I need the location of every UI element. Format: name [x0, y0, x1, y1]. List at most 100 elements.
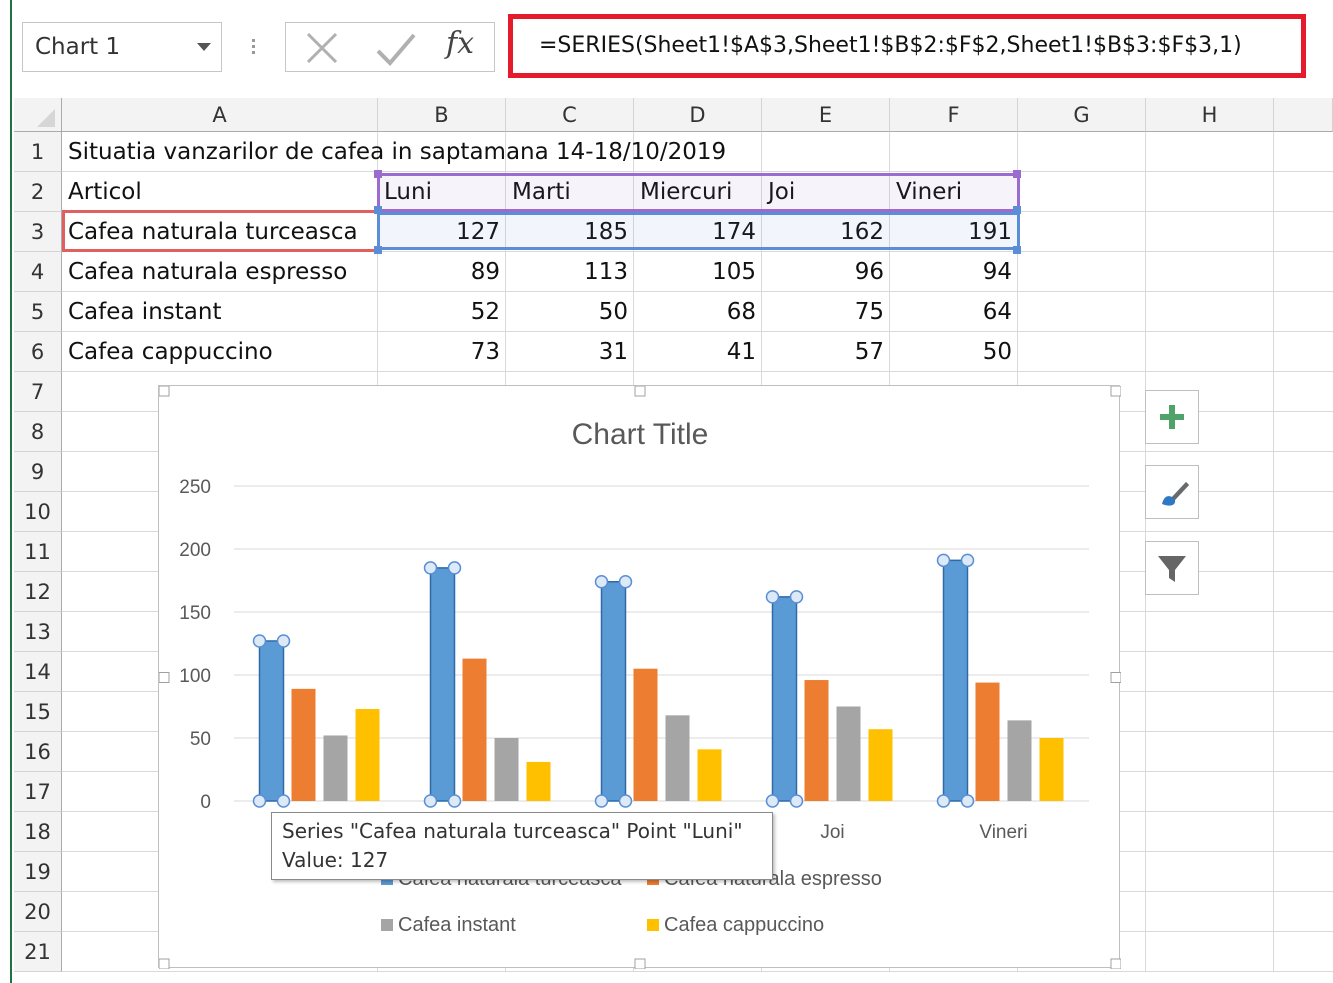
chart-resize-handle[interactable] [159, 958, 170, 969]
range-handle-purple[interactable] [1013, 170, 1021, 178]
chart-resize-handle[interactable] [159, 386, 170, 397]
cell-value[interactable]: 75 [762, 292, 884, 332]
row-header-6[interactable]: 6 [14, 332, 62, 372]
bar-cafea-naturala-turceasca[interactable] [600, 581, 627, 802]
bar-cafea-naturala-espresso[interactable] [975, 682, 1000, 801]
cell-article-name[interactable]: Cafea cappuccino [68, 332, 378, 372]
cell-value[interactable]: 94 [890, 252, 1012, 292]
cell-a2-header[interactable]: Articol [68, 172, 378, 212]
bar-cafea-cappuccino[interactable] [868, 729, 893, 801]
col-header-c[interactable]: C [506, 98, 634, 132]
cell-value[interactable]: 31 [506, 332, 628, 372]
cell-value[interactable]: 64 [890, 292, 1012, 332]
selection-handle[interactable] [618, 575, 633, 589]
cell-a1-title[interactable]: Situatia vanzarilor de cafea in saptaman… [68, 132, 868, 172]
row-header-13[interactable]: 13 [14, 612, 62, 652]
selection-handle[interactable] [936, 794, 951, 808]
selection-handle[interactable] [447, 561, 462, 575]
chart-resize-handle[interactable] [1110, 386, 1121, 397]
row-header-7[interactable]: 7 [14, 372, 62, 412]
formula-input[interactable]: =SERIES(Sheet1!$A$3,Sheet1!$B$2:$F$2,She… [508, 14, 1306, 78]
bar-cafea-instant[interactable] [836, 706, 861, 802]
cell-value[interactable]: 50 [890, 332, 1012, 372]
selection-handle[interactable] [594, 794, 609, 808]
selection-handle[interactable] [789, 590, 804, 604]
x-icon[interactable] [302, 28, 342, 68]
bar-cafea-cappuccino[interactable] [355, 709, 380, 801]
bar-cafea-naturala-turceasca[interactable] [258, 640, 285, 802]
cell-value[interactable]: 73 [378, 332, 500, 372]
cell-value[interactable]: 113 [506, 252, 628, 292]
fx-icon[interactable]: fx [446, 26, 474, 61]
selection-handle[interactable] [594, 575, 609, 589]
range-handle-purple[interactable] [1013, 206, 1021, 214]
bar-cafea-naturala-turceasca[interactable] [942, 559, 969, 802]
row-header-1[interactable]: 1 [14, 132, 62, 172]
row-header-8[interactable]: 8 [14, 412, 62, 452]
col-header-b[interactable]: B [378, 98, 506, 132]
cell-value[interactable]: 96 [762, 252, 884, 292]
row-header-14[interactable]: 14 [14, 652, 62, 692]
row-header-5[interactable]: 5 [14, 292, 62, 332]
legend-entry[interactable]: Cafea instant [398, 914, 516, 936]
selection-handle[interactable] [960, 794, 975, 808]
cell-article-name[interactable]: Cafea naturala espresso [68, 252, 378, 292]
row-header-12[interactable]: 12 [14, 572, 62, 612]
selection-handle[interactable] [276, 634, 291, 648]
range-handle-blue[interactable] [1013, 246, 1021, 254]
bar-cafea-instant[interactable] [665, 715, 690, 801]
row-header-16[interactable]: 16 [14, 732, 62, 772]
selection-handle[interactable] [960, 553, 975, 568]
bar-cafea-naturala-turceasca[interactable] [429, 567, 456, 802]
row-header-18[interactable]: 18 [14, 812, 62, 852]
chart-object[interactable]: Chart Title 0 50 100 150 200 250 Joi Vineri Cafea… [158, 385, 1121, 969]
selection-handle[interactable] [423, 794, 438, 808]
selection-handle[interactable] [447, 794, 462, 808]
row-header-10[interactable]: 10 [14, 492, 62, 532]
col-header-f[interactable]: F [890, 98, 1018, 132]
selection-handle[interactable] [252, 634, 267, 648]
chart-elements-button[interactable] [1145, 390, 1199, 444]
row-header-11[interactable]: 11 [14, 532, 62, 572]
col-header-h[interactable]: H [1146, 98, 1274, 132]
name-box[interactable]: Chart 1 [22, 22, 222, 72]
range-handle-purple[interactable] [374, 170, 382, 178]
bar-cafea-cappuccino[interactable] [697, 749, 722, 801]
bar-cafea-naturala-espresso[interactable] [291, 688, 316, 801]
col-header-d[interactable]: D [634, 98, 762, 132]
row-header-19[interactable]: 19 [14, 852, 62, 892]
selection-handle[interactable] [789, 794, 804, 808]
selection-handle[interactable] [936, 553, 951, 568]
cell-article-name[interactable]: Cafea instant [68, 292, 378, 332]
bar-cafea-instant[interactable] [494, 738, 519, 801]
selection-handle[interactable] [618, 794, 633, 808]
bar-cafea-instant[interactable] [1007, 720, 1032, 801]
chevron-down-icon[interactable] [197, 43, 211, 51]
cell-value[interactable]: 57 [762, 332, 884, 372]
cell-value[interactable]: 68 [634, 292, 756, 332]
selection-handle[interactable] [765, 794, 780, 808]
chart-title[interactable]: Chart Title [572, 418, 709, 451]
bar-cafea-naturala-espresso[interactable] [462, 658, 487, 801]
row-header-15[interactable]: 15 [14, 692, 62, 732]
col-header-e[interactable]: E [762, 98, 890, 132]
chart-filters-button[interactable] [1145, 541, 1199, 595]
drag-handle-icon[interactable] [250, 36, 256, 62]
range-handle-purple[interactable] [374, 206, 382, 214]
selection-handle[interactable] [276, 794, 291, 808]
cell-value[interactable]: 105 [634, 252, 756, 292]
chart-resize-handle[interactable] [1110, 672, 1121, 683]
row-header-4[interactable]: 4 [14, 252, 62, 292]
bar-cafea-naturala-espresso[interactable] [633, 668, 658, 801]
bar-cafea-cappuccino[interactable] [1039, 738, 1064, 801]
range-handle-blue[interactable] [374, 246, 382, 254]
row-header-21[interactable]: 21 [14, 932, 62, 972]
chart-resize-handle[interactable] [1110, 958, 1121, 969]
chart-resize-handle[interactable] [159, 672, 170, 683]
bar-cafea-naturala-turceasca[interactable] [771, 596, 798, 802]
cell-value[interactable]: 50 [506, 292, 628, 332]
selection-handle[interactable] [765, 590, 780, 604]
legend-entry[interactable]: Cafea cappuccino [664, 914, 824, 936]
row-header-17[interactable]: 17 [14, 772, 62, 812]
selection-handle[interactable] [252, 794, 267, 808]
